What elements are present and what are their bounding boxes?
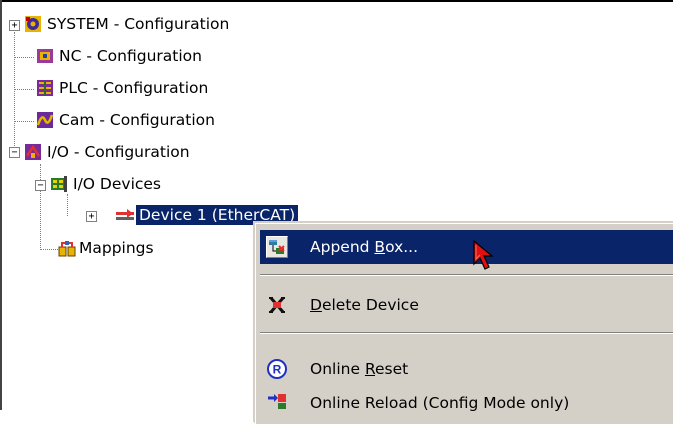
menu-item-label: Delete Device bbox=[310, 296, 419, 314]
menu-separator bbox=[260, 332, 673, 334]
system-config-icon bbox=[25, 16, 41, 32]
mappings-icon bbox=[58, 241, 76, 257]
expand-toggle[interactable]: + bbox=[9, 20, 20, 31]
plc-config-icon bbox=[37, 80, 53, 96]
menu-item-online-reload[interactable]: Online Reload (Config Mode only) bbox=[260, 386, 673, 420]
tree-item-io-devices[interactable]: I/O Devices bbox=[70, 174, 164, 194]
collapse-toggle[interactable]: − bbox=[35, 180, 46, 191]
online-reload-icon bbox=[268, 394, 286, 409]
menu-item-label: Online Reset bbox=[310, 360, 409, 378]
window-left-border bbox=[0, 0, 2, 410]
ethercat-device-icon bbox=[116, 209, 134, 220]
menu-item-label: Online Reload (Config Mode only) bbox=[310, 394, 570, 412]
tree-item-plc-configuration[interactable]: PLC - Configuration bbox=[56, 78, 211, 98]
menu-item-delete-device[interactable]: Delete Device bbox=[260, 288, 673, 322]
tree-item-mappings[interactable]: Mappings bbox=[76, 238, 157, 258]
menu-item-label: Append Box... bbox=[310, 238, 419, 256]
window-top-border bbox=[0, 0, 673, 2]
menu-separator bbox=[260, 274, 673, 276]
io-config-icon bbox=[25, 144, 41, 160]
delete-device-icon bbox=[269, 297, 285, 313]
nc-config-icon bbox=[37, 49, 53, 63]
menu-item-online-reset[interactable]: R Online Reset bbox=[260, 352, 673, 386]
context-menu: Append Box... Delete Device R Online Res… bbox=[255, 223, 673, 424]
cam-config-icon bbox=[36, 112, 54, 128]
tree-item-nc-configuration[interactable]: NC - Configuration bbox=[56, 46, 205, 66]
collapse-toggle[interactable]: − bbox=[9, 147, 20, 158]
online-reset-icon: R bbox=[267, 359, 287, 379]
append-box-icon bbox=[266, 236, 288, 258]
tree-item-io-configuration[interactable]: I/O - Configuration bbox=[44, 142, 193, 162]
tree-item-cam-configuration[interactable]: Cam - Configuration bbox=[56, 110, 218, 130]
menu-item-append-box[interactable]: Append Box... bbox=[260, 230, 673, 270]
expand-toggle[interactable]: + bbox=[86, 211, 97, 222]
mouse-pointer-icon bbox=[473, 240, 494, 270]
io-devices-icon bbox=[51, 176, 67, 192]
svg-text:R: R bbox=[273, 363, 282, 377]
tree-item-system-configuration[interactable]: SYSTEM - Configuration bbox=[44, 14, 232, 34]
